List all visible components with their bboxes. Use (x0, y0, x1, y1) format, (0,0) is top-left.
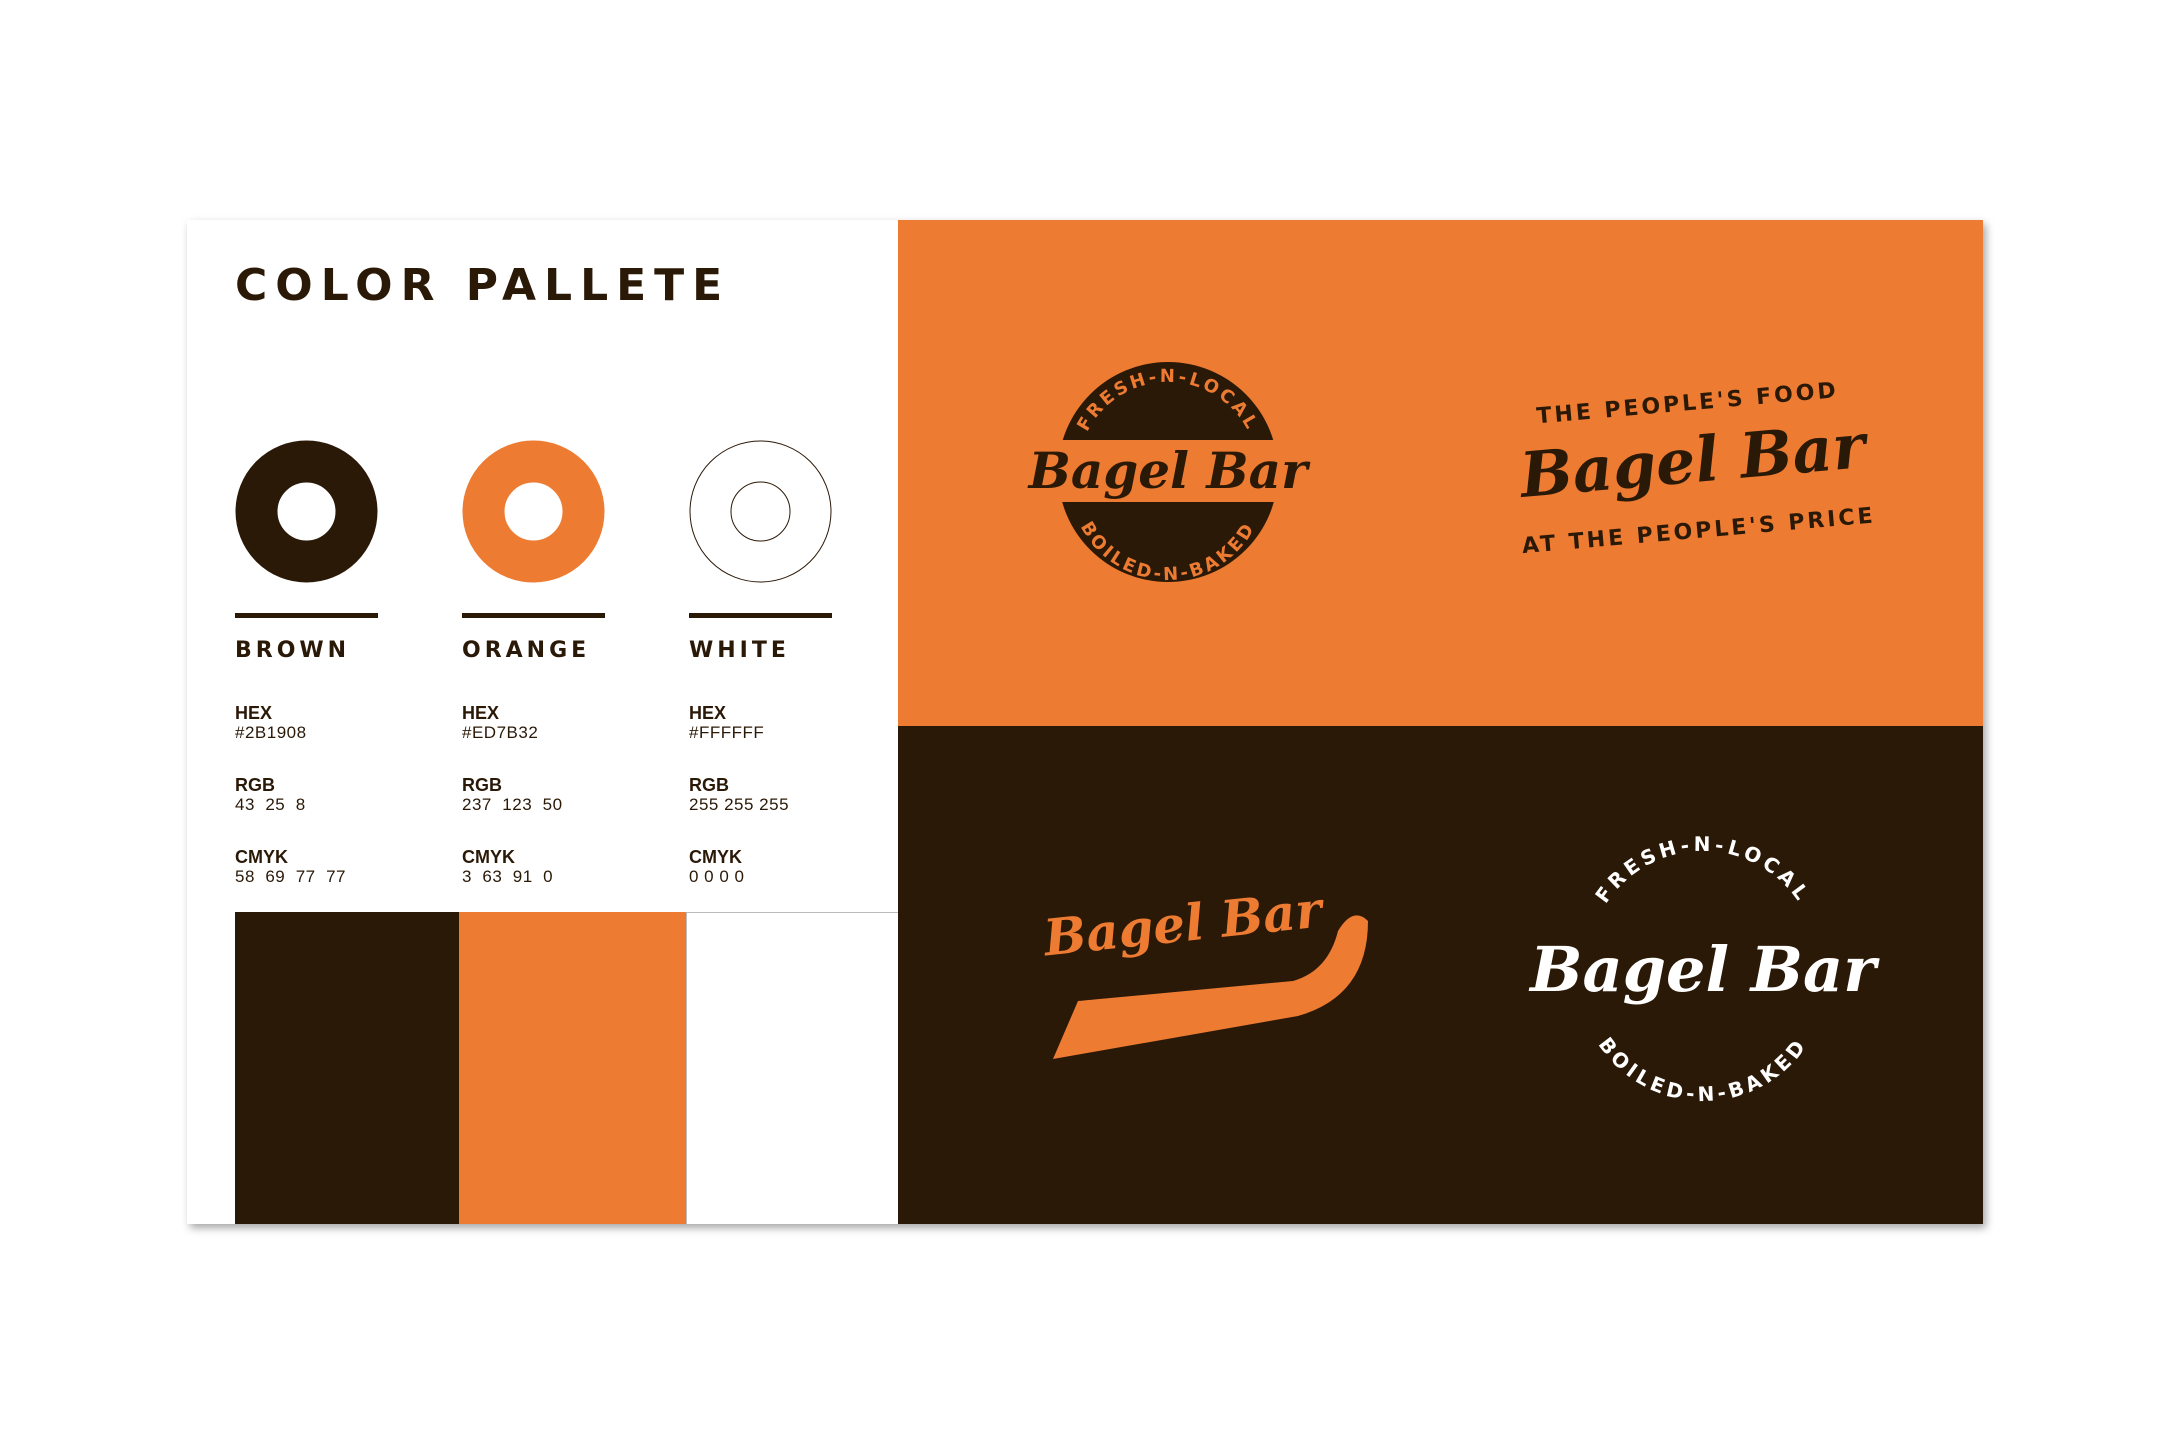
orange-logos: FRESH-N-LOCAL Bagel Bar BOILED-N-BAKED T… (1027, 362, 1877, 585)
rgb-label: RGB (689, 775, 729, 795)
color-name: WHITE (689, 638, 790, 663)
divider (462, 613, 605, 618)
rgb-label: RGB (462, 775, 502, 795)
color-name: ORANGE (462, 638, 591, 663)
rgb-label: RGB (235, 775, 275, 795)
orange-logo-panel: FRESH-N-LOCAL Bagel Bar BOILED-N-BAKED T… (898, 220, 1983, 726)
divider (689, 613, 832, 618)
arc-name-text: Bagel Bar (1528, 933, 1880, 1006)
arc-logo: FRESH-N-LOCAL Bagel Bar BOILED-N-BAKED (1528, 832, 1880, 1106)
cmyk-label: CMYK (462, 847, 515, 867)
hex-label: HEX (235, 703, 273, 723)
arc-bottom-text: BOILED-N-BAKED (1594, 1033, 1808, 1107)
color-column-orange: ORANGE HEX #ED7B32 RGB 237 123 50 CMYK 3… (462, 440, 607, 887)
brown-ring-icon (235, 440, 378, 583)
hex-label: HEX (689, 703, 727, 723)
brown-logo-panel: TRIANGLE PROUD Bagel Bar FRESH-N-LOCAL B… (898, 726, 1983, 1224)
color-palette-panel: COLOR PALLETE BROWN HEX #2B1908 RGB 43 2… (187, 220, 898, 1224)
cmyk-label: CMYK (689, 847, 742, 867)
color-name: BROWN (235, 638, 351, 663)
divider (235, 613, 378, 618)
rgb-value: 237 123 50 (462, 795, 563, 814)
svg-text:FRESH-N-LOCAL: FRESH-N-LOCAL (1590, 832, 1815, 907)
white-ring-icon (689, 440, 832, 583)
badge-logo: FRESH-N-LOCAL Bagel Bar BOILED-N-BAKED (1027, 362, 1311, 585)
rgb-value: 43 25 8 (235, 795, 306, 814)
cmyk-label: CMYK (235, 847, 288, 867)
swatch-white (686, 912, 898, 1224)
svg-text:BOILED-N-BAKED: BOILED-N-BAKED (1594, 1033, 1812, 1107)
orange-ring-icon (462, 440, 605, 583)
swatch-brown (235, 912, 459, 1224)
cmyk-value: 0 0 0 0 (689, 867, 745, 886)
tagline-logo: THE PEOPLE'S FOOD Bagel Bar AT THE PEOPL… (1515, 378, 1877, 559)
cmyk-value: 58 69 77 77 (235, 867, 346, 886)
hex-value: #FFFFFF (689, 723, 765, 742)
color-column-brown: BROWN HEX #2B1908 RGB 43 25 8 CMYK 58 69… (235, 440, 380, 887)
swoosh-logo: TRIANGLE PROUD Bagel Bar (1037, 879, 1368, 1059)
badge-name-text: Bagel Bar (1027, 441, 1311, 500)
tagline-bottom-text: AT THE PEOPLE'S PRICE (1521, 503, 1877, 559)
brown-logos: TRIANGLE PROUD Bagel Bar FRESH-N-LOCAL B… (1037, 832, 1880, 1106)
swoosh-name-text: Bagel Bar (1039, 879, 1328, 967)
swatch-orange (459, 912, 686, 1224)
arc-top-text: FRESH-N-LOCAL (1590, 832, 1811, 907)
rgb-value: 255 255 255 (689, 795, 790, 814)
cmyk-value: 3 63 91 0 (462, 867, 554, 886)
page-title: COLOR PALLETE (235, 260, 731, 311)
hex-label: HEX (462, 703, 500, 723)
color-column-white: WHITE HEX #FFFFFF RGB 255 255 255 CMYK 0… (689, 440, 834, 887)
brand-board: COLOR PALLETE BROWN HEX #2B1908 RGB 43 2… (187, 220, 1983, 1224)
hex-value: #2B1908 (235, 723, 307, 742)
hex-value: #ED7B32 (462, 723, 539, 742)
